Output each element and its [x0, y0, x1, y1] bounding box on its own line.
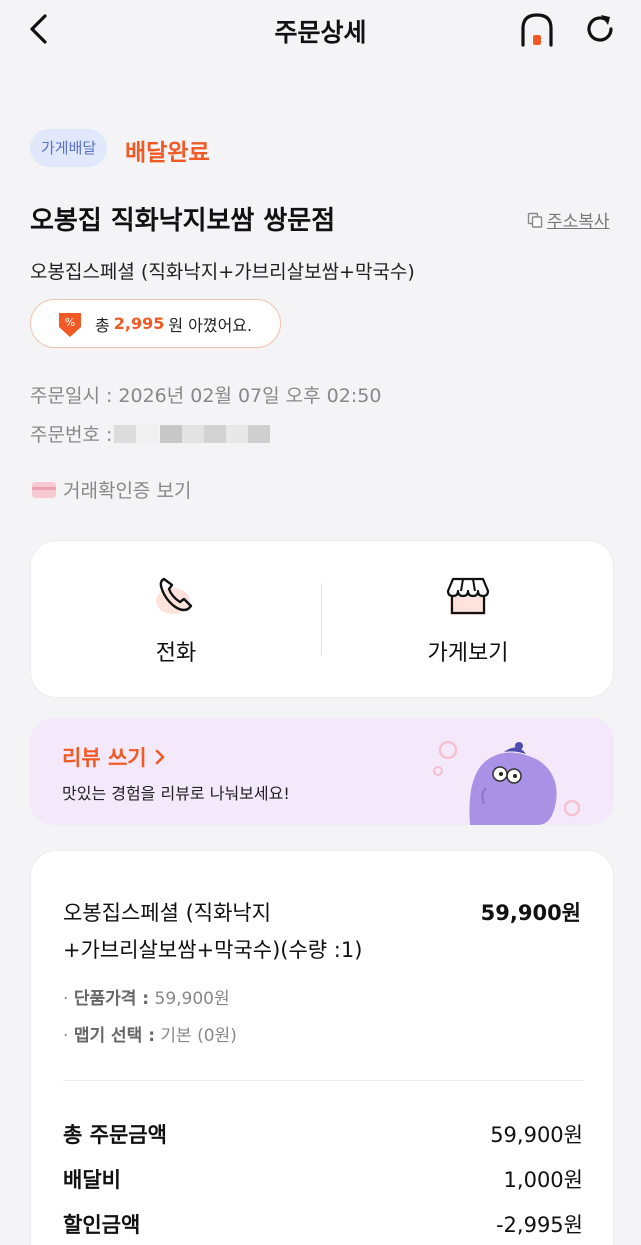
call-button[interactable]: 전화 — [31, 541, 321, 699]
home-button[interactable] — [518, 11, 556, 49]
chevron-right-icon — [155, 749, 165, 765]
order-number: 주문번호 : — [30, 420, 271, 447]
delivery-type-badge: 가게배달 — [30, 129, 108, 167]
total-value: 59,900원 — [490, 1123, 583, 1147]
delivery-fee-value: 1,000원 — [503, 1168, 583, 1192]
refresh-button[interactable] — [582, 11, 618, 47]
savings-amount: 2,995 — [113, 314, 165, 333]
spice-option: · 맵기 선택 : 기본 (0원) — [63, 1026, 237, 1046]
discount-label: 할인금액 — [63, 1213, 141, 1237]
action-card: 전화 가게보기 — [30, 540, 614, 698]
discount-value: -2,995원 — [495, 1213, 583, 1237]
item-name: 오봉집스페셜 (직화낙지 +가브리살보쌈+막국수)(수량 :1) — [63, 901, 363, 962]
phone-icon — [156, 577, 193, 614]
copy-address-button[interactable]: 주소복사 — [527, 207, 610, 232]
order-number-label: 주문번호 : — [30, 424, 113, 446]
savings-suffix: 원 아꼈어요. — [168, 315, 253, 335]
mascot-illustration — [433, 740, 581, 825]
receipt-link[interactable]: 거래확인증 보기 — [32, 476, 191, 503]
copy-icon — [527, 212, 543, 228]
view-store-label: 가게보기 — [427, 641, 509, 666]
call-label: 전화 — [155, 641, 197, 666]
store-icon — [446, 577, 490, 615]
top-bar: 주문상세 — [0, 0, 641, 60]
store-name: 오봉집 직화낙지보쌈 쌍문점 — [30, 206, 336, 236]
divider — [63, 1080, 583, 1081]
card-icon — [32, 481, 56, 498]
item-price: 59,900원 — [480, 901, 581, 925]
review-subtitle: 맛있는 경험을 리뷰로 나눠보세요! — [62, 784, 290, 803]
masked-order-number — [114, 424, 137, 443]
menu-summary: 오봉집스페셜 (직화낙지+가브리살보쌈+막국수) — [30, 261, 415, 283]
refresh-icon — [587, 15, 613, 42]
receipt-label: 거래확인증 보기 — [63, 480, 192, 502]
home-icon — [521, 13, 553, 47]
copy-address-label: 주소복사 — [547, 212, 610, 232]
total-label: 총 주문금액 — [63, 1123, 167, 1147]
discount-row: 할인금액 -2,995원 — [63, 1209, 583, 1239]
action-divider — [321, 583, 322, 655]
order-detail-card: 오봉집스페셜 (직화낙지 +가브리살보쌈+막국수)(수량 :1) 59,900원… — [30, 850, 614, 1245]
savings-prefix: 총 — [95, 315, 110, 335]
unit-price-option: · 단품가격 : 59,900원 — [63, 989, 230, 1009]
delivery-fee-label: 배달비 — [63, 1168, 121, 1192]
delivery-fee-row: 배달비 1,000원 — [63, 1164, 583, 1194]
order-status: 배달완료 — [125, 140, 210, 166]
total-row: 총 주문금액 59,900원 — [63, 1119, 583, 1149]
review-title: 리뷰 쓰기 — [62, 742, 166, 772]
discount-tag-icon: % — [59, 312, 81, 337]
view-store-button[interactable]: 가게보기 — [323, 541, 613, 699]
svg-text:%: % — [65, 316, 75, 329]
write-review-banner[interactable]: 리뷰 쓰기 맛있는 경험을 리뷰로 나눠보세요! — [30, 718, 614, 825]
savings-badge: % 총 2,995 원 아꼈어요. — [30, 299, 281, 348]
order-date: 주문일시 : 2026년 02월 07일 오후 02:50 — [30, 385, 382, 407]
